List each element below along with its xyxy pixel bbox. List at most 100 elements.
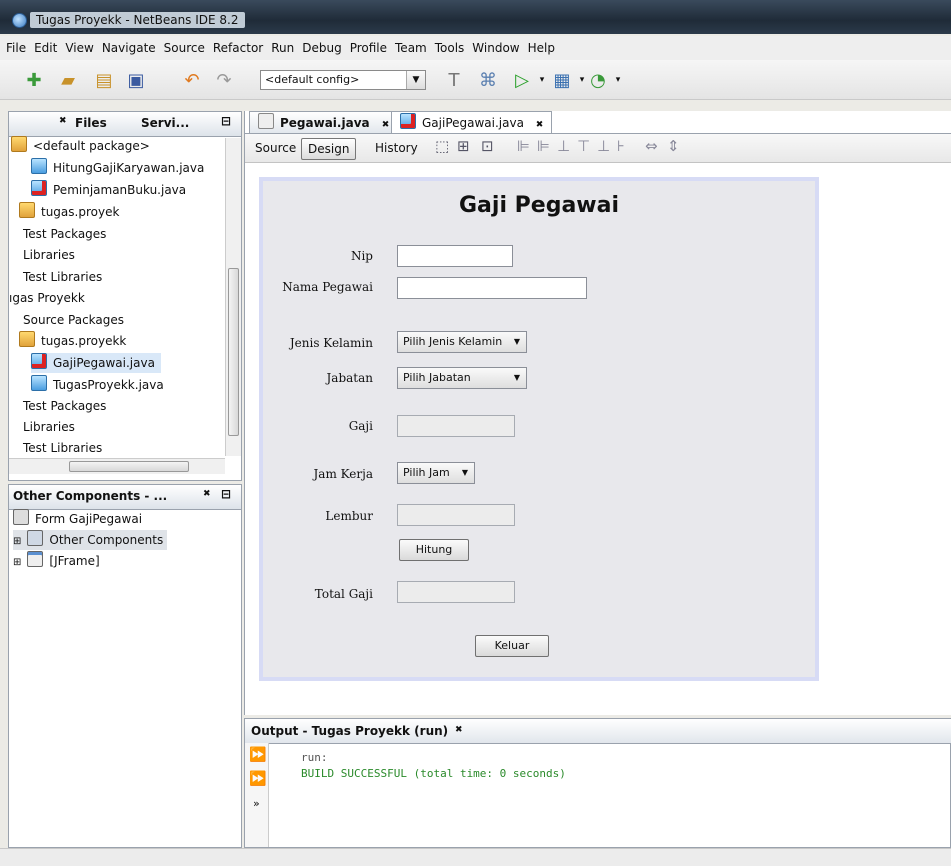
window-title: Tugas Proyekk - NetBeans IDE 8.2 [30,12,245,28]
netbeans-app-icon [12,13,27,28]
tree-item-libraries-2[interactable]: Libraries [23,417,75,437]
resize-horizontal-icon[interactable]: ⇔ [645,137,658,155]
tab-gajipegawai-java[interactable]: GajiPegawai.java ✖ [391,111,553,134]
close-icon[interactable]: ✖ [382,120,390,130]
menu-view[interactable]: View [65,41,98,55]
new-file-icon[interactable]: ✚ [22,68,46,92]
tree-item-tugas-proyekk[interactable]: tugas.proyekk [19,331,126,351]
java-error-icon [31,180,47,196]
center-horizontal-icon[interactable]: ⊥ [557,137,570,155]
tree-item-test-packages[interactable]: Test Packages [23,224,106,244]
align-bottom-icon[interactable]: ⊥ [597,137,610,155]
center-vertical-icon[interactable]: ⊦ [617,137,625,155]
close-icon[interactable]: ✖ [455,725,463,735]
menu-debug[interactable]: Debug [302,41,346,55]
chevron-down-icon[interactable]: ▾ [606,68,630,92]
minimize-icon[interactable]: ⊟ [221,487,231,501]
jam-kerja-combo[interactable]: Pilih Jam ▼ [397,462,475,484]
menu-window[interactable]: Window [472,41,524,55]
mode-source[interactable]: Source [249,138,302,158]
save-all-icon[interactable]: ▣ [124,68,148,92]
nip-field[interactable] [397,245,513,267]
tree-item-test-libraries-2[interactable]: Test Libraries [23,438,102,458]
scrollbar-thumb[interactable] [69,461,189,472]
menu-edit[interactable]: Edit [34,41,62,55]
menu-tools[interactable]: Tools [435,41,470,55]
hitung-button[interactable]: Hitung [399,539,469,561]
nav-item-other-components[interactable]: ⊞ Other Components [13,530,168,550]
jenis-kelamin-combo[interactable]: Pilih Jenis Kelamin ▼ [397,331,527,353]
tree-item-gajipegawai[interactable]: GajiPegawai.java [31,353,161,373]
lembur-field[interactable] [397,504,515,526]
preview-design-icon[interactable]: ⊡ [481,137,494,155]
clean-build-icon[interactable]: ⌘ [476,68,500,92]
new-project-icon[interactable]: ▰ [56,68,80,92]
minimize-icon[interactable]: ⊟ [221,114,231,128]
menu-profile[interactable]: Profile [350,41,392,55]
nav-item-jframe[interactable]: ⊞ [JFrame] [13,551,100,571]
output-panel: Output - Tugas Proyekk (run) ✖ ⏩ ⏩ » run… [244,718,951,848]
chevron-down-icon: ▼ [513,337,520,346]
menu-navigate[interactable]: Navigate [102,41,161,55]
menu-run[interactable]: Run [271,41,299,55]
menu-team[interactable]: Team [395,41,432,55]
tab-files[interactable]: Files [75,116,107,130]
nama-pegawai-field[interactable] [397,277,587,299]
tree-item-default-package[interactable]: <default package> [11,136,150,156]
rerun-icon[interactable]: ⏩ [249,747,266,763]
tab-services[interactable]: Servi... [141,116,189,130]
package-icon [19,331,35,347]
expand-plus-icon[interactable]: ⊞ [13,557,21,568]
close-icon[interactable]: ✖ [203,489,211,499]
design-toolbar: Source Design History ⬚ ⊞ ⊡ ⊫ ⊫ ⊥ ⊤ ⊥ ⊦ … [245,133,951,163]
resize-vertical-icon[interactable]: ⇕ [667,137,680,155]
mode-history[interactable]: History [369,138,424,158]
undo-icon[interactable]: ↶ [180,68,204,92]
nav-item-form[interactable]: Form GajiPegawai [13,509,142,529]
selection-mode-icon[interactable]: ⬚ [435,137,449,155]
tree-item-hitunggaji[interactable]: HitungGajiKaryawan.java [31,158,204,178]
tree-item-project[interactable]: ıgas Proyekk [9,288,85,308]
jabatan-combo[interactable]: Pilih Jabatan ▼ [397,367,527,389]
keluar-button[interactable]: Keluar [475,635,549,657]
java-file-icon [258,113,274,129]
connection-mode-icon[interactable]: ⊞ [457,137,470,155]
align-left-icon[interactable]: ⊫ [517,137,530,155]
tree-item-test-libraries[interactable]: Test Libraries [23,267,102,287]
align-top-icon[interactable]: ⊤ [577,137,590,155]
menu-refactor[interactable]: Refactor [213,41,268,55]
rerun-with-params-icon[interactable]: ⏩ [249,771,266,787]
gaji-field[interactable] [397,415,515,437]
more-chevron-icon[interactable]: » [253,797,260,810]
build-hammer-icon[interactable]: T [442,68,466,92]
align-right-icon[interactable]: ⊫ [537,137,550,155]
close-icon[interactable]: ✖ [59,116,67,126]
form-icon [13,509,29,525]
menu-source[interactable]: Source [164,41,210,55]
tree-item-test-packages-2[interactable]: Test Packages [23,396,106,416]
total-gaji-field[interactable] [397,581,515,603]
tree-item-libraries[interactable]: Libraries [23,245,75,265]
editor-area: Pegawai.java ✖ GajiPegawai.java ✖ Source… [244,111,951,715]
expand-plus-icon[interactable]: ⊞ [13,536,21,547]
output-title[interactable]: Output - Tugas Proyekk (run) [251,724,448,738]
navigator-title[interactable]: Other Components - ... [13,489,167,503]
redo-icon[interactable]: ↷ [212,68,236,92]
tree-item-source-packages[interactable]: Source Packages [23,310,124,330]
tree-item-tugas-proyek[interactable]: tugas.proyek [19,202,119,222]
open-project-icon[interactable]: ▤ [92,68,116,92]
scrollbar-thumb[interactable] [228,268,239,436]
label-jabatan: Jabatan [326,371,373,385]
close-icon[interactable]: ✖ [536,120,544,130]
mode-design[interactable]: Design [301,138,357,160]
tab-pegawai-java[interactable]: Pegawai.java ✖ [249,111,399,134]
config-select[interactable]: <default config> ▼ [260,70,426,90]
menu-help[interactable]: Help [528,41,560,55]
menu-file[interactable]: File [6,41,31,55]
label-jam-kerja: Jam Kerja [313,467,373,481]
files-vertical-scrollbar[interactable] [225,138,241,456]
tree-item-peminjaman[interactable]: PeminjamanBuku.java [31,180,186,200]
tree-item-tugasproyekk[interactable]: TugasProyekk.java [31,375,164,395]
files-horizontal-scrollbar[interactable] [9,458,225,474]
design-form-canvas[interactable]: Gaji Pegawai Nip Nama Pegawai Jenis Kela… [259,177,819,681]
